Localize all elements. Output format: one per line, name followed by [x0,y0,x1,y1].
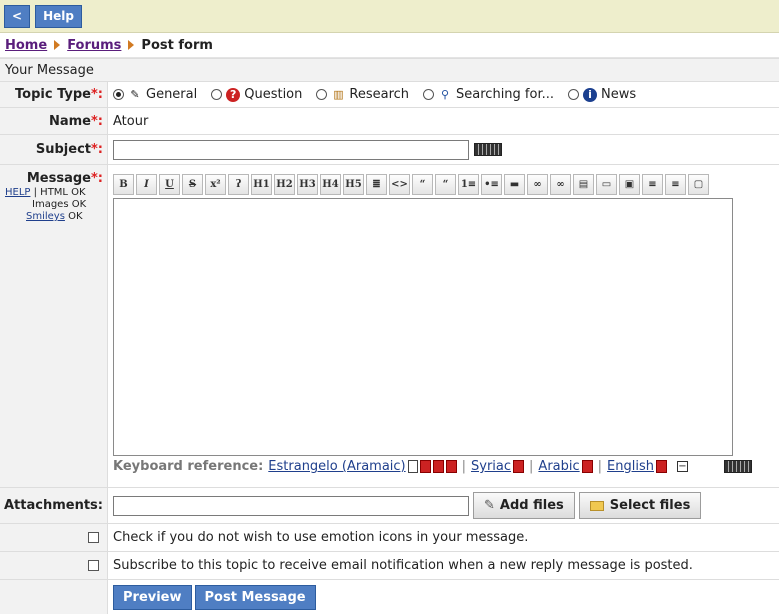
subscribe-checkbox[interactable] [88,560,99,571]
topic-type-options: ✎ General ? Question ▥ Research ⚲ Search… [108,82,779,107]
breadcrumb-current: Post form [141,37,213,53]
name-value: Atour [113,113,149,129]
add-files-button[interactable]: ✎ Add files [473,492,575,519]
keyboard-reference: Keyboard reference: Estrangelo (Aramaic)… [113,459,752,474]
document-icon[interactable] [407,460,418,473]
paragraph-button[interactable]: ≣ [366,174,387,195]
keyboard-icon[interactable] [723,460,752,473]
radio-news[interactable] [568,89,580,100]
quote-button[interactable]: “ [412,174,433,195]
help-button[interactable]: Help [35,4,82,28]
breadcrumb-arrow-icon [54,40,61,50]
paperclip-icon: ✎ [484,498,495,513]
name-label: Name *: [0,108,108,134]
help-link[interactable]: HELP [5,187,30,198]
strikethrough-button[interactable]: S [182,174,203,195]
book-icon: ▥ [333,87,344,101]
pdf-icon[interactable] [432,460,444,473]
arabic-link[interactable]: Arabic [538,459,579,474]
folder-icon [589,500,604,511]
pdf-icon[interactable] [445,460,457,473]
syriac-link[interactable]: Syriac [471,459,511,474]
subscribe-label: Subscribe to this topic to receive email… [113,558,693,573]
attachment-input[interactable] [113,495,469,516]
section-title: Your Message [0,58,779,82]
radio-searching[interactable] [423,89,435,100]
media-button[interactable]: ▣ [619,174,640,195]
breadcrumb-home-link[interactable]: Home [5,38,47,53]
h3-button[interactable]: H3 [297,174,318,195]
no-emotion-icons-checkbox[interactable] [88,532,99,543]
topic-option-general[interactable]: ✎ General [113,87,197,102]
message-label-cell: Message*: HELP | HTML OK Images OK Smile… [0,165,108,487]
magnifier-icon: ⚲ [441,87,450,101]
pdf-icon[interactable] [419,460,431,473]
subject-label: Subject *: [0,135,108,164]
code-button[interactable]: <> [389,174,410,195]
topic-option-research[interactable]: ▥ Research [316,87,409,102]
pdf-icon[interactable] [581,460,593,473]
radio-question[interactable] [211,89,223,100]
breadcrumb-forums-link[interactable]: Forums [67,38,121,53]
picture-button[interactable]: ▭ [596,174,617,195]
ordered-list-button[interactable]: 1≡ [458,174,479,195]
preview-button[interactable]: Preview [113,584,192,610]
post-message-button[interactable]: Post Message [194,584,316,610]
bold-button[interactable]: B [113,174,134,195]
align-right-button[interactable]: ≡ [665,174,686,195]
radio-research[interactable] [316,89,328,100]
image-button[interactable]: ▤ [573,174,594,195]
message-textarea[interactable] [113,198,733,456]
attachments-label: Attachments: [0,488,108,523]
editor-toolbar: B I U S x² ʔ H1 H2 H3 H4 H5 ≣ <> “ “ 1≡ … [113,174,752,195]
info-icon: i [583,87,598,102]
link-button[interactable]: ∞ [527,174,548,195]
estrangelo-link[interactable]: Estrangelo (Aramaic) [268,459,405,474]
underline-button[interactable]: U [159,174,180,195]
topic-option-question[interactable]: ? Question [211,87,302,102]
back-button[interactable]: < [4,4,31,28]
top-bar: < Help [0,0,779,33]
radio-general[interactable] [113,89,124,100]
topic-option-news[interactable]: i News [568,87,636,102]
italic-button[interactable]: I [136,174,157,195]
no-emotion-icons-label: Check if you do not wish to use emotion … [113,530,529,545]
pdf-icon[interactable] [655,460,667,473]
topic-option-searching[interactable]: ⚲ Searching for... [423,87,554,102]
superscript-button[interactable]: x² [205,174,226,195]
message-label: Message*: [26,171,103,186]
h1-button[interactable]: H1 [251,174,272,195]
unordered-list-button[interactable]: •≡ [481,174,502,195]
subject-input[interactable] [113,139,469,160]
breadcrumb: Home Forums Post form [0,33,779,58]
collapse-icon[interactable]: − [676,461,688,472]
question-icon: ? [226,87,241,102]
topic-type-label: Topic Type *: [0,82,108,107]
pdf-icon[interactable] [513,460,525,473]
pencil-icon: ✎ [130,87,140,101]
message-help-info: HELP | HTML OK Images OK Smileys OK [5,187,87,222]
syriac-char-button[interactable]: ʔ [228,174,249,195]
horizontal-rule-button[interactable]: ▬ [504,174,525,195]
h5-button[interactable]: H5 [343,174,364,195]
h2-button[interactable]: H2 [274,174,295,195]
keyboard-icon[interactable] [474,143,502,156]
smileys-link[interactable]: Smileys [26,211,65,222]
fullscreen-button[interactable]: ▢ [688,174,709,195]
h4-button[interactable]: H4 [320,174,341,195]
select-files-button[interactable]: Select files [578,492,702,519]
message-editor-area: B I U S x² ʔ H1 H2 H3 H4 H5 ≣ <> “ “ 1≡ … [108,165,752,487]
align-center-button[interactable]: ≡ [642,174,663,195]
breadcrumb-arrow-icon [128,40,135,50]
blockquote-button[interactable]: “ [435,174,456,195]
english-link[interactable]: English [607,459,654,474]
email-link-button[interactable]: ∞ [550,174,571,195]
